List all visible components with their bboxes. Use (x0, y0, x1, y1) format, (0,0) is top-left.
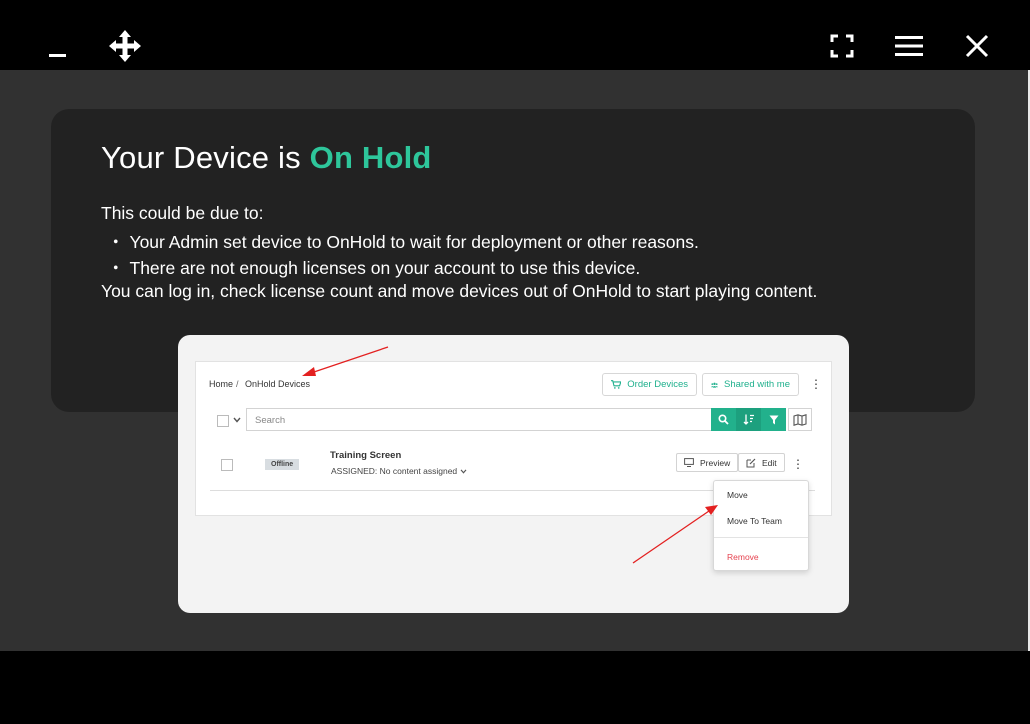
shared-with-me-button: Shared with me (702, 373, 799, 396)
outro-text: You can log in, check license count and … (101, 281, 818, 301)
order-devices-button: Order Devices (602, 373, 697, 396)
monitor-icon (684, 458, 694, 467)
bullet-marker: ・ (107, 232, 125, 252)
menu-item-remove: Remove (727, 552, 759, 562)
edit-label: Edit (762, 457, 777, 468)
search-icon (718, 414, 729, 425)
order-devices-label: Order Devices (627, 379, 688, 390)
chevron-down-icon (460, 469, 466, 474)
users-icon (711, 382, 718, 388)
page-title: Your Device is On Hold (101, 140, 432, 176)
bottom-bar (0, 651, 1030, 724)
device-name: Training Screen (330, 450, 402, 461)
close-button[interactable] (960, 29, 994, 63)
fullscreen-button[interactable] (826, 30, 858, 62)
title-status: On Hold (309, 140, 432, 175)
menu-item-move: Move (727, 490, 748, 500)
map-view-button (788, 408, 812, 431)
fullscreen-icon (830, 34, 854, 58)
filter-icon (769, 415, 778, 424)
chevron-down-icon (233, 417, 241, 423)
more-vert-icon: ⋮ (810, 377, 822, 391)
reason-text: There are not enough licenses on your ac… (129, 258, 641, 278)
select-all-checkbox (217, 415, 229, 427)
edit-icon (746, 458, 756, 467)
device-assignment: ASSIGNED: No content assigned (331, 466, 467, 476)
edit-button: Edit (738, 453, 785, 472)
menu-divider (714, 537, 808, 538)
breadcrumb-current: OnHold Devices (245, 379, 311, 389)
row-more-vert-icon: ⋮ (792, 457, 804, 471)
shared-with-me-label: Shared with me (723, 379, 790, 390)
hamburger-icon (895, 36, 923, 56)
preview-label: Preview (700, 457, 731, 468)
reason-text: Your Admin set device to OnHold to wait … (129, 232, 699, 252)
search-input: Search (246, 408, 712, 431)
window-title-bar (0, 0, 1030, 70)
title-prefix: Your Device is (101, 140, 310, 175)
menu-item-move-to-team: Move To Team (727, 516, 782, 526)
breadcrumb-separator: / (236, 379, 239, 389)
reason-item: ・ There are not enough licenses on your a… (107, 255, 640, 280)
bullet-marker: ・ (107, 258, 125, 278)
map-icon (793, 413, 807, 426)
minimize-button[interactable] (44, 34, 70, 64)
cart-icon (611, 380, 622, 389)
move-window-button[interactable] (106, 28, 144, 64)
preview-button: Preview (676, 453, 739, 472)
device-assignment-text: ASSIGNED: No content assigned (331, 466, 458, 476)
intro-text: This could be due to: (101, 203, 264, 223)
device-row-checkbox (221, 459, 233, 471)
sort-icon (743, 414, 754, 425)
close-icon (965, 34, 989, 58)
filter-button (761, 408, 786, 431)
menu-button[interactable] (891, 30, 927, 62)
search-button (711, 408, 736, 431)
sort-button (736, 408, 761, 431)
status-badge: Offline (265, 459, 300, 470)
move-icon (109, 30, 141, 62)
breadcrumb-home: Home (209, 379, 234, 389)
minimize-icon (49, 54, 66, 57)
instruction-screenshot: Home / OnHold Devices Order Devices Shar… (178, 335, 849, 613)
row-actions-menu: Move Move To Team Remove (713, 480, 809, 571)
reason-item: ・ Your Admin set device to OnHold to wait… (107, 229, 699, 254)
